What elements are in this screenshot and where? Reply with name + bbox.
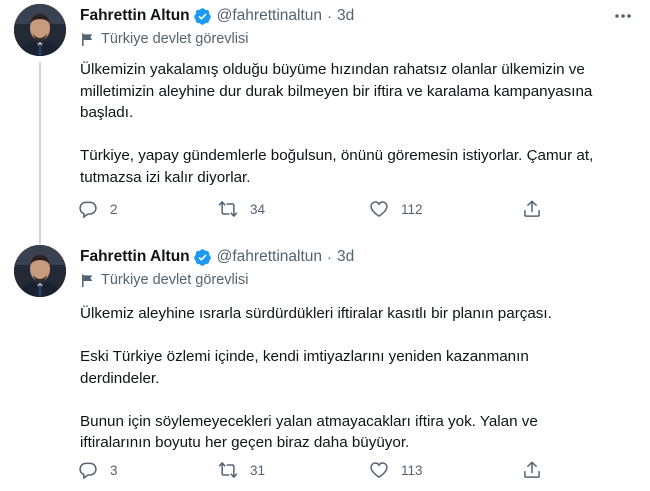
reply-button[interactable]: 2 <box>78 199 118 219</box>
share-icon <box>524 200 540 217</box>
tweet[interactable]: Fahrettin Altun @fahrettinaltun · 3d Tür… <box>0 0 650 247</box>
avatar[interactable] <box>14 245 66 297</box>
reply-count: 2 <box>110 201 118 217</box>
retweet-icon <box>218 462 238 478</box>
government-label[interactable]: Türkiye devlet görevlisi <box>80 272 248 288</box>
tweet-paragraph: Bunun için söylemeyecekleri yalan atmaya… <box>80 412 538 452</box>
share-icon <box>524 461 540 478</box>
timestamp[interactable]: 3d <box>337 7 354 25</box>
retweet-count: 34 <box>250 201 266 217</box>
tweet-paragraph: Ülkemizin yakalamış olduğu büyüme hızınd… <box>80 61 593 121</box>
retweet-button[interactable]: 31 <box>218 460 265 480</box>
share-button[interactable] <box>522 460 554 480</box>
verified-badge-icon <box>193 7 211 25</box>
retweet-icon <box>218 201 238 217</box>
more-icon[interactable] <box>610 6 636 26</box>
like-button[interactable]: 112 <box>369 199 423 219</box>
government-label[interactable]: Türkiye devlet görevlisi <box>80 31 248 47</box>
tweet-paragraph: Türkiye, yapay gündemlerle boğulsun, önü… <box>80 147 594 186</box>
retweet-count: 31 <box>250 462 266 478</box>
like-icon <box>370 201 388 217</box>
reply-icon <box>79 201 97 219</box>
label-text: Türkiye devlet görevlisi <box>101 272 249 288</box>
author-name[interactable]: Fahrettin Altun <box>80 7 190 25</box>
tweet-paragraph: Ülkemiz aleyhine ısrarla sürdürdükleri i… <box>80 305 552 322</box>
action-bar: 2 34 112 <box>76 199 546 223</box>
tweet[interactable]: Fahrettin Altun @fahrettinaltun · 3d Tür… <box>0 237 650 491</box>
like-count: 113 <box>401 462 423 478</box>
verified-badge-icon <box>193 248 211 266</box>
separator: · <box>327 248 332 266</box>
thread-line <box>39 62 41 247</box>
author-handle[interactable]: @fahrettinaltun <box>217 248 322 266</box>
separator: · <box>327 7 332 25</box>
like-count: 112 <box>401 201 423 217</box>
author-name[interactable]: Fahrettin Altun <box>80 248 190 266</box>
share-button[interactable] <box>522 199 554 219</box>
flag-icon <box>82 273 93 287</box>
action-bar: 3 31 113 <box>76 460 546 484</box>
tweet-paragraph: Eski Türkiye özlemi içinde, kendi imtiya… <box>80 348 529 387</box>
label-text: Türkiye devlet görevlisi <box>101 31 249 47</box>
like-icon <box>370 462 388 478</box>
reply-button[interactable]: 3 <box>78 460 118 480</box>
reply-count: 3 <box>110 462 118 478</box>
avatar[interactable] <box>14 4 66 56</box>
flag-icon <box>82 32 93 46</box>
tweet-text: Ülkemiz aleyhine ısrarla sürdürdükleri i… <box>80 303 636 475</box>
like-button[interactable]: 113 <box>369 460 423 480</box>
tweet-text: Ülkemizin yakalamış olduğu büyüme hızınd… <box>80 59 636 210</box>
author-handle[interactable]: @fahrettinaltun <box>217 7 322 25</box>
reply-icon <box>79 462 97 480</box>
timestamp[interactable]: 3d <box>337 248 354 266</box>
retweet-button[interactable]: 34 <box>218 199 265 219</box>
